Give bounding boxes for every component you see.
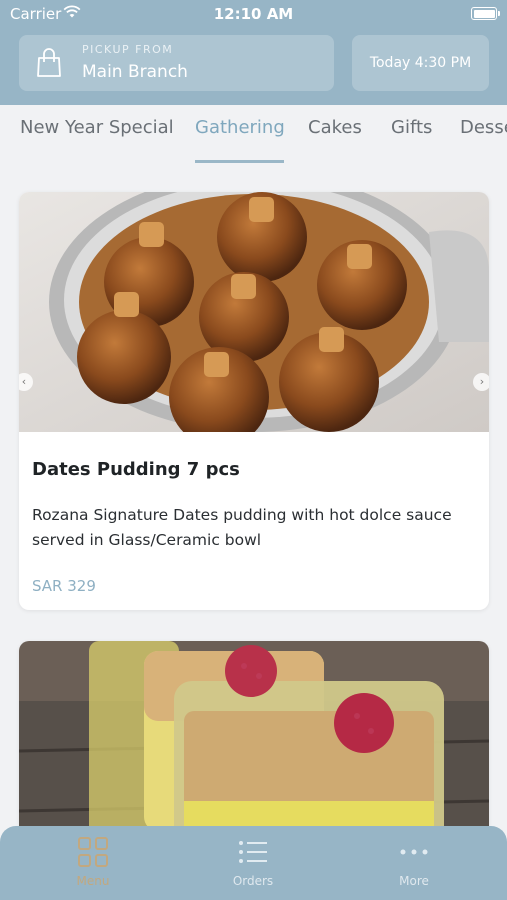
tab-gathering[interactable]: Gathering [195, 117, 285, 138]
tab-gifts[interactable]: Gifts [391, 117, 432, 138]
tab-bar-label: More [399, 874, 429, 888]
carousel-next-button[interactable]: › [473, 373, 489, 391]
tab-bar-menu[interactable]: Menu [43, 836, 143, 896]
tab-bar-label: Menu [76, 874, 110, 888]
app-header: Carrier 12:10 AM PICKUP FROM Main Branch… [0, 0, 507, 105]
clock: 12:10 AM [213, 5, 294, 23]
pickup-label: PICKUP FROM [82, 43, 174, 56]
tab-bar-label: Orders [232, 874, 274, 888]
product-title: Dates Pudding 7 pcs [32, 459, 240, 480]
tab-bar-orders[interactable]: Orders [203, 836, 303, 896]
shopping-bag-icon [37, 48, 61, 77]
pickup-time-button[interactable]: Today 4:30 PM [352, 35, 489, 91]
tab-cakes[interactable]: Cakes [308, 117, 362, 138]
list-icon [239, 841, 267, 863]
status-bar: Carrier 12:10 AM [0, 0, 507, 30]
pickup-location-button[interactable]: PICKUP FROM Main Branch [19, 35, 334, 91]
tab-desserts[interactable]: Desse [460, 117, 507, 138]
pickup-branch: Main Branch [82, 62, 188, 82]
grid-icon [78, 837, 108, 867]
bottom-tab-bar: Menu Orders More [0, 826, 507, 900]
tab-bar-more[interactable]: More [364, 836, 464, 896]
product-price: SAR 329 [32, 577, 96, 595]
more-dots-icon [400, 849, 428, 855]
active-tab-indicator [195, 160, 284, 163]
battery-icon [471, 7, 500, 20]
tab-new-year-special[interactable]: New Year Special [20, 117, 174, 138]
product-card[interactable]: ‹ › Dates Pudding 7 pcs Rozana Signature… [19, 192, 489, 610]
product-description: Rozana Signature Dates pudding with hot … [32, 506, 452, 549]
category-tabs: New Year Special Gathering Cakes Gifts D… [0, 105, 507, 167]
product-image [19, 192, 489, 432]
